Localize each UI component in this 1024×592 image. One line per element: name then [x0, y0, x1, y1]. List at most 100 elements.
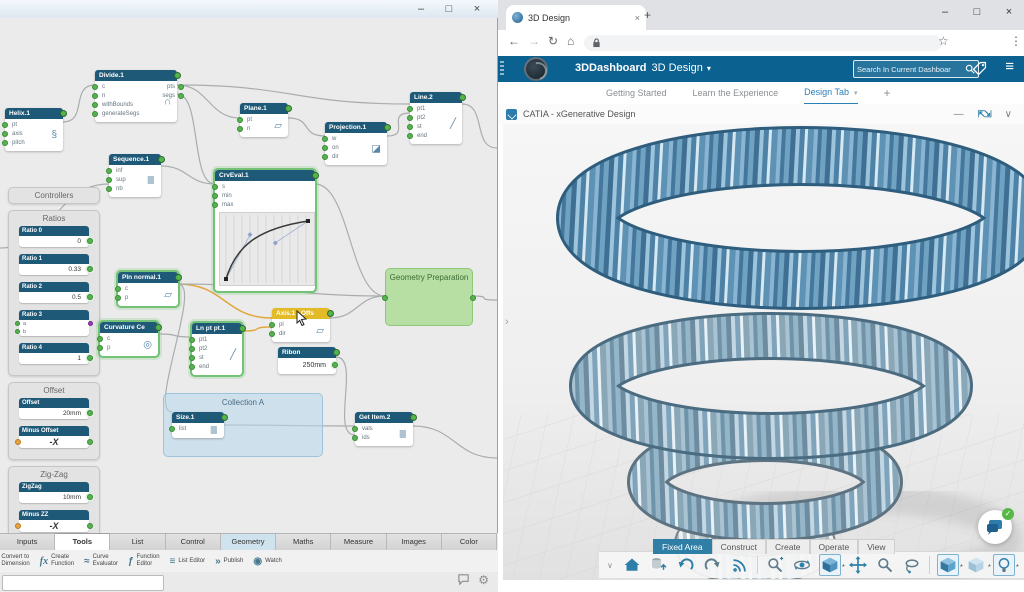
node-line2[interactable]: Line.2pt1pt2stend╱ [410, 92, 462, 144]
input-port[interactable] [352, 435, 358, 441]
viewport-tab-fixed-area[interactable]: Fixed Area [653, 539, 712, 554]
input-port[interactable] [15, 321, 20, 326]
input-port[interactable] [189, 346, 195, 352]
zoomscan-icon[interactable] [765, 555, 785, 575]
dropdown-caret-icon[interactable]: ◂ [841, 563, 847, 569]
widget-expand-icon[interactable]: ⇱⇲ [978, 109, 991, 120]
input-port[interactable] [322, 136, 328, 142]
viewport-tab-construct[interactable]: Construct [712, 539, 766, 554]
toolbar-item-function-editor[interactable]: ƒFunction Editor [128, 554, 160, 568]
add-tab-icon[interactable]: + [884, 83, 891, 104]
group-geometry-preparation[interactable]: Geometry Preparation [385, 268, 473, 326]
output-port[interactable] [87, 355, 93, 361]
chevron-down-icon[interactable]: ▾ [707, 64, 711, 73]
tab-tools[interactable]: Tools [55, 533, 110, 551]
bookmark-star-icon[interactable]: ☆ [938, 34, 949, 48]
input-port[interactable] [92, 102, 98, 108]
input-port[interactable] [97, 345, 103, 351]
input-port[interactable] [212, 202, 218, 208]
input-port[interactable] [189, 364, 195, 370]
tab-images[interactable]: Images [387, 534, 442, 551]
tab-maths[interactable]: Maths [276, 534, 331, 551]
tab-close-icon[interactable]: × [635, 13, 640, 23]
toolbar-item-convert-to-dimension[interactable]: ⇄Convert to Dimension [0, 554, 30, 568]
reload-icon[interactable]: ↻ [548, 34, 558, 48]
toolbar-item-watch[interactable]: ◉Watch [253, 558, 282, 565]
input-port[interactable] [237, 117, 243, 123]
toolbar-collapse-icon[interactable]: ∨ [607, 561, 613, 570]
output-port[interactable] [87, 494, 93, 500]
output-port[interactable] [87, 238, 93, 244]
forward-icon[interactable]: → [528, 34, 540, 48]
toolbar-item-curve-evaluator[interactable]: ≈Curve Evaluator [84, 554, 118, 568]
output-port[interactable] [327, 310, 334, 317]
dashboard-tab-getting-started[interactable]: Getting Started [606, 83, 667, 104]
minimize-icon[interactable]: – [414, 3, 428, 15]
dashboard-tab-learn-the-experience[interactable]: Learn the Experience [693, 83, 779, 104]
node-canvas[interactable]: ControllersRatiosRatio 00Ratio 10.33Rati… [0, 18, 498, 533]
output-port[interactable] [175, 274, 182, 281]
home-icon[interactable] [622, 555, 642, 575]
output-port[interactable] [312, 172, 319, 179]
input-port[interactable] [189, 355, 195, 361]
controller-value[interactable]: 0.33 [19, 264, 89, 275]
tab-measure[interactable]: Measure [331, 534, 386, 551]
close-icon[interactable]: × [1002, 6, 1016, 18]
output-port[interactable] [410, 414, 417, 421]
input-port[interactable] [106, 186, 112, 192]
dropdown-caret-icon[interactable]: ◂ [987, 563, 993, 569]
output-port[interactable] [87, 294, 93, 300]
input-port[interactable] [15, 523, 21, 529]
input-port[interactable] [106, 168, 112, 174]
input-port[interactable] [352, 426, 358, 432]
input-port[interactable] [322, 154, 328, 160]
output-port[interactable] [88, 321, 93, 326]
close-icon[interactable]: × [470, 3, 484, 15]
viewport-tab-create[interactable]: Create [766, 539, 810, 554]
menu-icon[interactable]: ≡ [1005, 58, 1014, 75]
node-offsetnode[interactable]: Axis.1 - Offspldir▱ [272, 308, 330, 342]
tab-color[interactable]: Color [442, 534, 497, 551]
dropdown-caret-icon[interactable]: ◂ [959, 563, 965, 569]
new-tab-icon[interactable]: + [644, 8, 651, 22]
controller-ratio-4[interactable]: Ratio 41 [19, 343, 89, 364]
move-icon[interactable] [848, 555, 868, 575]
controller-minus-offset[interactable]: Minus Offset-X [19, 426, 89, 448]
output-port[interactable] [285, 105, 292, 112]
controller-ratio-1[interactable]: Ratio 10.33 [19, 254, 89, 275]
3d-viewport[interactable]: › Fixed AreaConstructCreateOperateView ∨… [498, 124, 1024, 592]
back-icon[interactable]: ← [508, 34, 520, 48]
bulb-icon[interactable]: ◂ [993, 554, 1015, 576]
output-port[interactable] [178, 84, 184, 90]
input-port[interactable] [407, 106, 413, 112]
dashboard-search[interactable]: Search In Current Dashboar [853, 60, 979, 78]
controller-ratio-2[interactable]: Ratio 20.5 [19, 282, 89, 303]
input-port[interactable] [237, 126, 243, 132]
cube-edge-icon[interactable]: ◂ [966, 555, 986, 575]
tab-control[interactable]: Control [166, 534, 221, 551]
node-getitem[interactable]: Get Item.2valsids≣ [355, 412, 413, 446]
input-port[interactable] [382, 295, 388, 301]
maximize-icon[interactable]: □ [442, 3, 456, 15]
dbup-icon[interactable] [649, 555, 669, 575]
chevron-down-icon[interactable]: ▾ [854, 90, 858, 97]
node-size1[interactable]: Size.1list≣ [172, 412, 224, 438]
browser-tab[interactable]: 3D Design × [506, 5, 646, 30]
viewport-tab-view[interactable]: View [858, 539, 894, 554]
value-row[interactable]: 250mm [280, 360, 334, 371]
tab-geometry[interactable]: Geometry [221, 534, 276, 551]
controller-value[interactable]: 0.5 [19, 292, 89, 303]
browser-menu-icon[interactable]: ⋮ [1010, 34, 1022, 48]
input-port[interactable] [92, 111, 98, 117]
controller-zigzag[interactable]: ZigZag10mm [19, 482, 89, 503]
input-port[interactable] [2, 122, 8, 128]
lasso-icon[interactable] [902, 555, 922, 575]
node-plnnormal[interactable]: Pln normal.1cp▱ [118, 272, 178, 306]
input-port[interactable] [322, 145, 328, 151]
maximize-icon[interactable]: □ [970, 6, 984, 18]
output-port[interactable] [60, 110, 67, 117]
output-port[interactable] [158, 156, 165, 163]
undo-icon[interactable] [676, 555, 696, 575]
controller-ratio-0[interactable]: Ratio 00 [19, 226, 89, 247]
output-port[interactable] [87, 410, 93, 416]
